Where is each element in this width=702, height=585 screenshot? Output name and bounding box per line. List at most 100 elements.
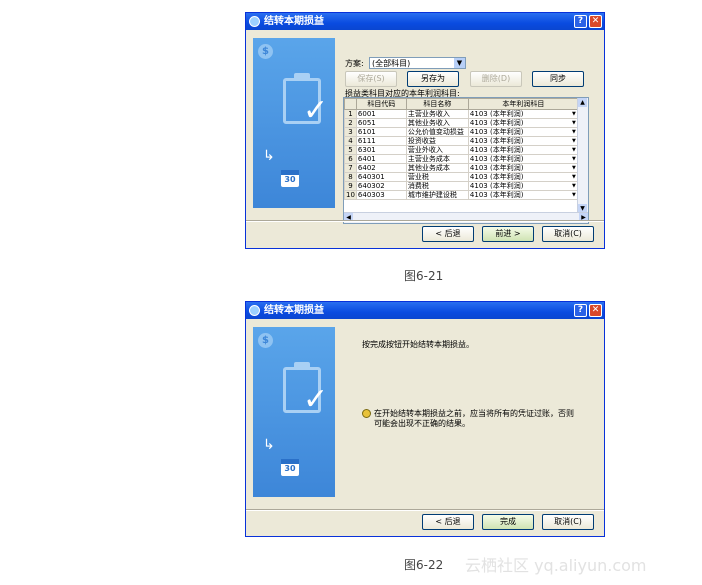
account-code-cell[interactable]: 6401 — [355, 154, 407, 164]
row-number: 1 — [344, 109, 357, 119]
table-row[interactable]: 8 640301 营业税 4103 (本年利润) ▼ — [344, 172, 579, 182]
account-name-cell[interactable]: 其他业务成本 — [405, 163, 469, 173]
table-row[interactable]: 3 6101 公允价值变动损益 4103 (本年利润) ▼ — [344, 127, 579, 137]
account-name-cell[interactable]: 公允价值变动损益 — [405, 127, 469, 137]
table-row[interactable]: 5 6301 营业外收入 4103 (本年利润) ▼ — [344, 145, 579, 155]
row-number: 9 — [344, 181, 357, 191]
coin-icon: $ — [258, 333, 273, 348]
title-bar: 结转本期损益 ? ✕ — [246, 13, 604, 30]
sync-button[interactable]: 同步 — [532, 71, 584, 87]
account-name-cell[interactable]: 主营业务收入 — [405, 109, 469, 119]
row-number: 10 — [344, 190, 357, 200]
help-button[interactable]: ? — [574, 15, 587, 28]
app-icon — [249, 16, 260, 27]
checkmark-icon: ✓ — [303, 382, 329, 417]
row-number: 3 — [344, 127, 357, 137]
account-code-cell[interactable]: 6001 — [355, 109, 407, 119]
table-row[interactable]: 2 6051 其他业务收入 4103 (本年利润) ▼ — [344, 118, 579, 128]
scheme-label: 方案: — [345, 59, 364, 68]
account-grid[interactable]: 科目代码 科目名称 本年利润科目 1 6001 主营业务收入 4103 (本年利润) ▼… — [343, 97, 589, 224]
account-code-cell[interactable]: 640303 — [355, 190, 407, 200]
finish-button[interactable]: 完成 — [482, 514, 534, 530]
window-title: 结转本期损益 — [264, 305, 324, 316]
row-number: 8 — [344, 172, 357, 182]
window-title: 结转本期损益 — [264, 16, 324, 27]
account-name-cell[interactable]: 主营业务成本 — [405, 154, 469, 164]
back-button[interactable]: < 后退 — [422, 514, 474, 530]
coin-icon: $ — [258, 44, 273, 59]
save-button[interactable]: 保存(S) — [345, 71, 397, 87]
wizard-dialog-step1: 结转本期损益 ? ✕ $ ✓ ↳ 30 方案: (全部科目) ▼ 保存(S) 另… — [245, 12, 605, 249]
figure-caption: 图6-22 — [404, 558, 444, 572]
cancel-button[interactable]: 取消(C) — [542, 226, 594, 242]
divider — [246, 509, 604, 511]
column-header[interactable]: 科目名称 — [405, 98, 469, 110]
account-code-cell[interactable]: 640301 — [355, 172, 407, 182]
cancel-button[interactable]: 取消(C) — [542, 514, 594, 530]
calendar-icon: 30 — [281, 170, 299, 187]
column-header[interactable]: 科目代码 — [355, 98, 407, 110]
profit-account-cell[interactable]: 4103 (本年利润) ▼ — [467, 109, 579, 119]
profit-account-cell[interactable]: 4103 (本年利润) ▼ — [467, 163, 579, 173]
app-icon — [249, 305, 260, 316]
scheme-select[interactable]: (全部科目) ▼ — [369, 57, 466, 69]
account-name-cell[interactable]: 投资收益 — [405, 136, 469, 146]
figure-caption: 图6-21 — [404, 269, 444, 283]
account-table: 科目代码 科目名称 本年利润科目 1 6001 主营业务收入 4103 (本年利润) ▼… — [344, 98, 579, 200]
row-number: 7 — [344, 163, 357, 173]
delete-button[interactable]: 删除(D) — [470, 71, 522, 87]
column-header — [344, 98, 357, 110]
profit-account-cell[interactable]: 4103 (本年利润) ▼ — [467, 127, 579, 137]
profit-account-cell[interactable]: 4103 (本年利润) ▼ — [467, 118, 579, 128]
account-code-cell[interactable]: 6402 — [355, 163, 407, 173]
chevron-down-icon[interactable]: ▼ — [454, 58, 465, 68]
account-name-cell[interactable]: 营业外收入 — [405, 145, 469, 155]
vertical-scrollbar[interactable]: ▲ ▼ — [577, 98, 588, 213]
next-button[interactable]: 前进 > — [482, 226, 534, 242]
help-button[interactable]: ? — [574, 304, 587, 317]
table-row[interactable]: 9 640302 消费税 4103 (本年利润) ▼ — [344, 181, 579, 191]
table-row[interactable]: 1 6001 主营业务收入 4103 (本年利润) ▼ — [344, 109, 579, 119]
row-number: 2 — [344, 118, 357, 128]
table-row[interactable]: 6 6401 主营业务成本 4103 (本年利润) ▼ — [344, 154, 579, 164]
account-name-cell[interactable]: 消费税 — [405, 181, 469, 191]
profit-account-cell[interactable]: 4103 (本年利润) ▼ — [467, 136, 579, 146]
table-row[interactable]: 4 6111 投资收益 4103 (本年利润) ▼ — [344, 136, 579, 146]
profit-account-cell[interactable]: 4103 (本年利润) ▼ — [467, 190, 579, 200]
profit-account-cell[interactable]: 4103 (本年利润) ▼ — [467, 181, 579, 191]
close-button[interactable]: ✕ — [589, 304, 602, 317]
table-header-row: 科目代码 科目名称 本年利润科目 — [344, 98, 579, 110]
save-as-button[interactable]: 另存为 — [407, 71, 459, 87]
divider — [246, 220, 604, 222]
title-bar: 结转本期损益 ? ✕ — [246, 302, 604, 319]
account-code-cell[interactable]: 640302 — [355, 181, 407, 191]
scheme-value: (全部科目) — [372, 59, 411, 68]
account-code-cell[interactable]: 6051 — [355, 118, 407, 128]
calendar-icon: 30 — [281, 459, 299, 476]
account-name-cell[interactable]: 其他业务收入 — [405, 118, 469, 128]
scroll-up-icon[interactable]: ▲ — [578, 98, 587, 107]
account-code-cell[interactable]: 6111 — [355, 136, 407, 146]
watermark: 云栖社区 yq.aliyun.com — [465, 556, 647, 575]
arrow-icon: ↳ — [263, 437, 275, 453]
back-button[interactable]: < 后退 — [422, 226, 474, 242]
row-number: 4 — [344, 136, 357, 146]
account-name-cell[interactable]: 城市维护建设税 — [405, 190, 469, 200]
column-header[interactable]: 本年利润科目 — [467, 98, 579, 110]
warning-message: 在开始结转本期损益之前，应当将所有的凭证过账，否则可能会出现不正确的结果。 — [362, 409, 574, 429]
warning-text: 在开始结转本期损益之前，应当将所有的凭证过账，否则可能会出现不正确的结果。 — [374, 409, 574, 428]
wizard-side-image: $ ✓ ↳ 30 — [253, 38, 335, 208]
row-number: 6 — [344, 154, 357, 164]
row-number: 5 — [344, 145, 357, 155]
account-code-cell[interactable]: 6301 — [355, 145, 407, 155]
profit-account-cell[interactable]: 4103 (本年利润) ▼ — [467, 172, 579, 182]
table-row[interactable]: 10 640303 城市维护建设税 4103 (本年利润) ▼ — [344, 190, 579, 200]
profit-account-cell[interactable]: 4103 (本年利润) ▼ — [467, 154, 579, 164]
instruction-text: 按完成按钮开始结转本期损益。 — [362, 340, 474, 349]
account-name-cell[interactable]: 营业税 — [405, 172, 469, 182]
close-button[interactable]: ✕ — [589, 15, 602, 28]
profit-account-cell[interactable]: 4103 (本年利润) ▼ — [467, 145, 579, 155]
table-row[interactable]: 7 6402 其他业务成本 4103 (本年利润) ▼ — [344, 163, 579, 173]
account-code-cell[interactable]: 6101 — [355, 127, 407, 137]
arrow-icon: ↳ — [263, 148, 275, 164]
